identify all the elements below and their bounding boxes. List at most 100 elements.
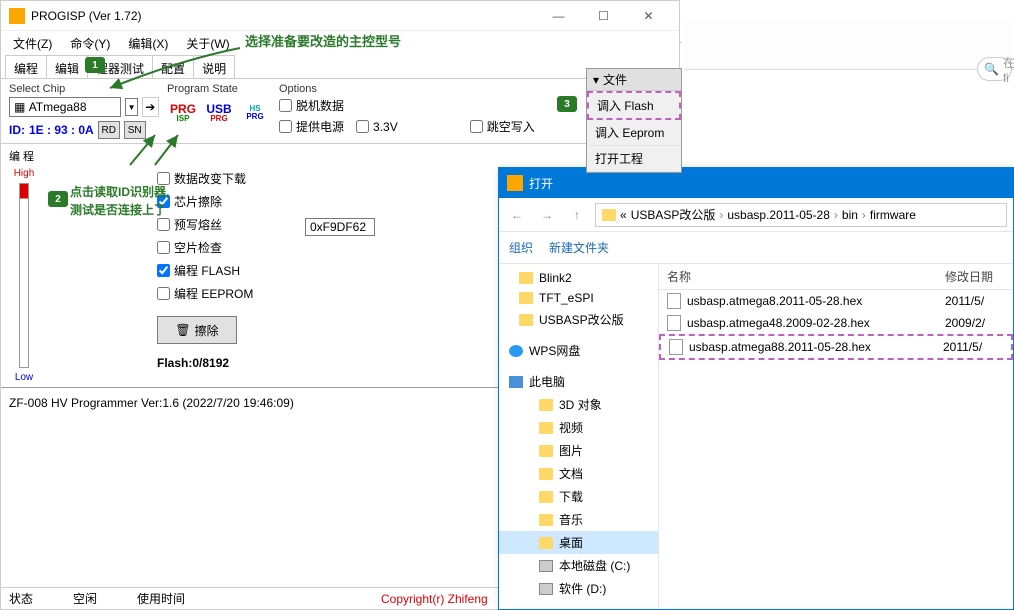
bc-4[interactable]: firmware <box>870 208 916 222</box>
opt-offline-data[interactable]: 脱机数据 <box>279 97 344 114</box>
minimize-button[interactable]: — <box>536 2 581 30</box>
program-section-label: 编 程 <box>9 148 671 164</box>
fuse-input[interactable] <box>305 218 375 236</box>
copyright: Copyright(r) Zhifeng <box>381 592 488 606</box>
tab-help[interactable]: 说明 <box>193 55 235 78</box>
file-row[interactable]: usbasp.atmega48.2009-02-28.hex 2009/2/ <box>659 312 1013 334</box>
tree-desktop[interactable]: 桌面 <box>499 531 658 554</box>
file-icon <box>667 293 681 309</box>
breadcrumb[interactable]: « USBASP改公版 › usbasp.2011-05-28 › bin › … <box>595 203 1007 227</box>
dialog-toolbar: 组织 新建文件夹 <box>499 232 1013 264</box>
ctx-load-flash[interactable]: 调入 Flash <box>587 91 681 120</box>
tree-wps[interactable]: WPS网盘 <box>499 339 658 362</box>
opt-chip-erase[interactable]: 芯片擦除 <box>157 193 297 210</box>
tab-program[interactable]: 编程 <box>5 55 47 78</box>
app-icon <box>9 8 25 24</box>
opt-skip-blank[interactable]: 跳空写入 <box>470 118 535 135</box>
annotation-1-text: 选择准备要改造的主控型号 <box>245 31 401 50</box>
progress-bar <box>19 183 29 368</box>
rd-button[interactable]: RD <box>98 121 120 139</box>
ctx-load-eeprom[interactable]: 调入 Eeprom <box>587 120 681 146</box>
tree-ddrive[interactable]: 软件 (D:) <box>499 577 658 600</box>
sn-button[interactable]: SN <box>124 121 146 139</box>
file-row-selected[interactable]: usbasp.atmega88.2011-05-28.hex 2011/5/ <box>659 334 1013 360</box>
tree-music[interactable]: 音乐 <box>499 508 658 531</box>
folder-icon <box>539 445 553 457</box>
open-dialog: 打开 ← → ↑ « USBASP改公版 › usbasp.2011-05-28… <box>498 167 1014 610</box>
nav-up-icon[interactable]: ↑ <box>565 203 589 227</box>
tree-usbasp[interactable]: USBASP改公版 <box>499 308 658 331</box>
search-icon: 🔍 <box>984 62 999 76</box>
files-header: 名称 修改日期 <box>659 264 1013 290</box>
chip-dropdown[interactable]: ▦ ATmega88 <box>9 97 121 117</box>
dialog-title: 打开 <box>529 175 553 192</box>
tree-tft[interactable]: TFT_eSPI <box>499 288 658 308</box>
high-label: High <box>14 168 35 179</box>
wps-icon <box>509 345 523 357</box>
opt-program-eeprom[interactable]: 编程 EEPROM <box>157 285 297 302</box>
flash-info: Flash:0/8192 <box>157 356 297 370</box>
tree-blink2[interactable]: Blink2 <box>499 268 658 288</box>
tree-3d[interactable]: 3D 对象 <box>499 393 658 416</box>
progress-bar-col: High Low <box>9 168 39 383</box>
bc-2[interactable]: usbasp.2011-05-28 <box>727 208 830 222</box>
new-folder-button[interactable]: 新建文件夹 <box>549 239 609 256</box>
prg-isp-icon[interactable]: PRG ISP <box>167 97 199 129</box>
opt-3v3[interactable]: 3.3V <box>356 118 398 135</box>
col-name[interactable]: 名称 <box>667 268 945 285</box>
maximize-button[interactable]: ☐ <box>581 2 626 30</box>
status-time-label: 使用时间 <box>137 590 185 607</box>
usb-prg-icon[interactable]: USB PRG <box>203 97 235 129</box>
dialog-sidebar: Blink2 TFT_eSPI USBASP改公版 WPS网盘 此电脑 3D 对… <box>499 264 659 609</box>
opt-program-flash[interactable]: 编程 FLASH <box>157 262 297 279</box>
opt-blank-check[interactable]: 空片检查 <box>157 239 297 256</box>
opt-data-change-download[interactable]: 数据改变下载 <box>157 170 297 187</box>
tree-downloads[interactable]: 下载 <box>499 485 658 508</box>
drive-icon <box>539 583 553 595</box>
ctx-menu-header[interactable]: ▾ 文件 <box>587 69 681 91</box>
opt-pre-fuse[interactable]: 预写熔丝 <box>157 216 297 233</box>
menu-file[interactable]: 文件(Z) <box>5 33 60 54</box>
select-chip-label: Select Chip <box>9 83 159 95</box>
dialog-nav: ← → ↑ « USBASP改公版 › usbasp.2011-05-28 › … <box>499 198 1013 232</box>
nav-back-icon[interactable]: ← <box>505 203 529 227</box>
search-input[interactable]: 🔍 在 fi <box>977 57 1012 81</box>
bc-3[interactable]: bin <box>842 208 858 222</box>
col-date[interactable]: 修改日期 <box>945 268 1005 285</box>
file-row[interactable]: usbasp.atmega8.2011-05-28.hex 2011/5/ <box>659 290 1013 312</box>
close-button[interactable]: ✕ <box>626 2 671 30</box>
erase-button[interactable]: 🗑擦除 <box>157 316 237 344</box>
dialog-files: 名称 修改日期 usbasp.atmega8.2011-05-28.hex 20… <box>659 264 1013 609</box>
options-col-1: 数据改变下载 芯片擦除 预写熔丝 空片检查 编程 FLASH 编程 EEPROM… <box>157 168 297 383</box>
organize-button[interactable]: 组织 <box>509 239 533 256</box>
file-icon <box>667 315 681 331</box>
folder-icon <box>519 292 533 304</box>
badge-2: 2 <box>48 191 68 207</box>
chip-dropdown-arrow[interactable]: ▼ <box>125 98 137 116</box>
tab-config[interactable]: 配置 <box>152 55 194 78</box>
tab-edit[interactable]: 编辑 <box>46 55 88 78</box>
status-idle: 空闲 <box>73 590 97 607</box>
menu-about[interactable]: 关于(W) <box>178 33 237 54</box>
tree-video[interactable]: 视频 <box>499 416 658 439</box>
badge-1: 1 <box>85 57 105 73</box>
ctx-open-project[interactable]: 打开工程 <box>587 146 681 172</box>
hs-prg-icon[interactable]: HS PRG <box>239 97 271 129</box>
opt-provide-power[interactable]: 提供电源 <box>279 118 344 135</box>
id-label: ID: <box>9 123 25 137</box>
bc-1[interactable]: USBASP改公版 <box>631 206 716 223</box>
nav-forward-icon[interactable]: → <box>535 203 559 227</box>
tree-cdrive[interactable]: 本地磁盘 (C:) <box>499 554 658 577</box>
dialog-titlebar: 打开 <box>499 168 1013 198</box>
titlebar: PROGISP (Ver 1.72) — ☐ ✕ <box>1 1 679 31</box>
folder-icon <box>602 209 616 221</box>
menu-command[interactable]: 命令(Y) <box>62 33 118 54</box>
select-chip-group: Select Chip ▦ ATmega88 ▼ ➔ ID: 1E : 93 :… <box>9 83 159 139</box>
status-label: 状态 <box>9 590 33 607</box>
chip-value: ATmega88 <box>29 100 87 114</box>
tree-documents[interactable]: 文档 <box>499 462 658 485</box>
tree-pictures[interactable]: 图片 <box>499 439 658 462</box>
tree-thispc[interactable]: 此电脑 <box>499 370 658 393</box>
menu-edit[interactable]: 编辑(X) <box>120 33 176 54</box>
chip-go-button[interactable]: ➔ <box>142 97 159 117</box>
